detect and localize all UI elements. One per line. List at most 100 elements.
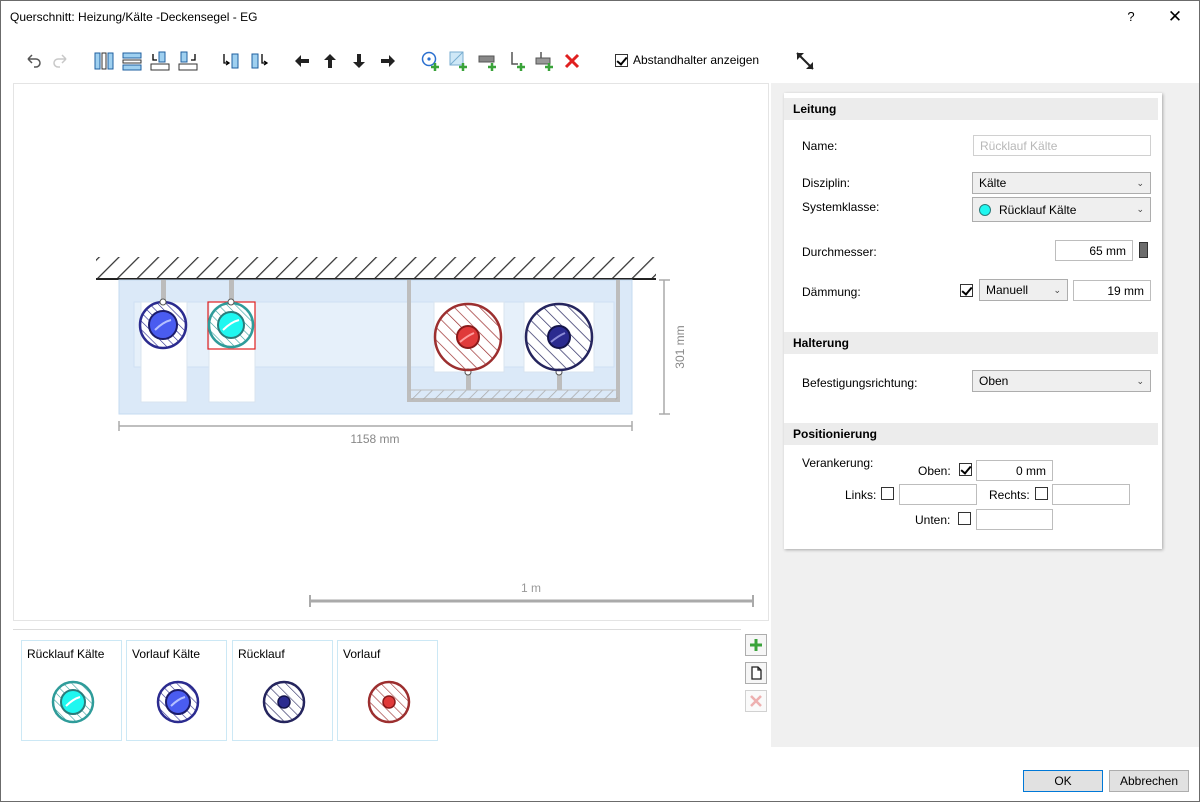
move-to-left-icon[interactable] (219, 49, 243, 73)
chevron-down-icon: ⌄ (1136, 376, 1144, 386)
palette-item[interactable]: Vorlauf (337, 640, 438, 741)
daemmung-mode-select[interactable]: Manuell ⌄ (979, 279, 1068, 301)
add-type-button[interactable] (745, 634, 767, 656)
arrow-right-icon[interactable] (376, 49, 400, 73)
copy-icon (751, 666, 762, 680)
width-dimension-label: 1158 mm (350, 432, 399, 446)
links-value-field[interactable] (899, 484, 977, 505)
daemmung-mode-value: Manuell (986, 283, 1029, 297)
oben-label: Oben: (918, 464, 951, 478)
calculator-icon[interactable] (1139, 242, 1148, 258)
vorlauf-kaelte-icon (156, 680, 200, 724)
toolbar: Abstandhalter anzeigen (1, 45, 1199, 79)
durchmesser-label: Durchmesser: (802, 245, 877, 259)
delete-type-button[interactable] (745, 690, 767, 712)
links-checkbox[interactable] (881, 487, 894, 500)
palette-item-label: Vorlauf Kälte (132, 647, 201, 661)
systemklasse-value: Rücklauf Kälte (999, 202, 1077, 217)
ceiling-slab (96, 257, 656, 280)
add-hanger-icon[interactable] (505, 49, 529, 73)
redo-icon[interactable] (49, 49, 73, 73)
arrow-left-icon[interactable] (290, 49, 314, 73)
vorlauf-icon (367, 680, 411, 724)
befestigung-value: Oben (979, 374, 1009, 388)
arrow-down-icon[interactable] (347, 49, 371, 73)
expand-icon[interactable] (793, 49, 817, 73)
disziplin-select[interactable]: Kälte ⌄ (972, 172, 1151, 194)
pipe-type-palette: Rücklauf Kälte Vorlauf Kälte Rücklauf Vo… (13, 629, 741, 747)
rechts-value-field[interactable] (1052, 484, 1130, 505)
copy-type-button[interactable] (745, 662, 767, 684)
add-area-icon[interactable] (447, 49, 471, 73)
name-field[interactable]: Rücklauf Kälte (973, 135, 1151, 156)
align-vertical-icon[interactable] (92, 49, 116, 73)
show-spacers-check-box[interactable] (615, 53, 628, 67)
palette-item[interactable]: Vorlauf Kälte (126, 640, 227, 741)
height-dimension: 301 mm (659, 279, 687, 415)
align-horizontal-icon[interactable] (120, 49, 144, 73)
name-label: Name: (802, 139, 838, 153)
daemmung-value-field[interactable]: 19 mm (1073, 280, 1151, 301)
section-header-leitung: Leitung (784, 98, 1158, 120)
daemmung-label: Dämmung: (802, 285, 861, 299)
move-to-right-icon[interactable] (247, 49, 271, 73)
height-dimension-label: 301 mm (673, 325, 687, 368)
properties-panel: Leitung Name: Rücklauf Kälte Disziplin: … (784, 93, 1162, 549)
arrow-up-icon[interactable] (318, 49, 342, 73)
section-header-positionierung: Positionierung (784, 423, 1158, 445)
oben-checkbox[interactable] (959, 463, 972, 476)
unten-value-field[interactable] (976, 509, 1053, 530)
pipe-vorlauf[interactable] (433, 302, 503, 372)
ruecklauf-icon (262, 680, 306, 724)
window-title: Querschnitt: Heizung/Kälte -Deckensegel … (10, 10, 258, 24)
palette-item[interactable]: Rücklauf (232, 640, 333, 741)
scale-bar-label: 1 m (521, 581, 541, 595)
delete-icon (750, 695, 762, 707)
ok-button[interactable]: OK (1023, 770, 1103, 792)
palette-item[interactable]: Rücklauf Kälte (21, 640, 122, 741)
dialog-window: Querschnitt: Heizung/Kälte -Deckensegel … (0, 0, 1200, 802)
plus-icon (750, 639, 762, 651)
system-color-dot (979, 203, 991, 216)
title-bar: Querschnitt: Heizung/Kälte -Deckensegel … (1, 1, 1199, 33)
distribute-right-icon[interactable] (176, 49, 200, 73)
help-button[interactable]: ? (1121, 7, 1141, 27)
show-spacers-label: Abstandhalter anzeigen (633, 53, 760, 67)
disziplin-value: Kälte (979, 176, 1007, 190)
undo-icon[interactable] (21, 49, 45, 73)
cancel-button[interactable]: Abbrechen (1109, 770, 1189, 792)
distribute-left-icon[interactable] (148, 49, 172, 73)
scale-bar: 1 m (309, 581, 754, 607)
width-dimension: 1158 mm (118, 421, 633, 446)
pipe-ruecklauf[interactable] (524, 302, 594, 372)
close-button[interactable]: ✕ (1161, 5, 1189, 29)
palette-item-label: Vorlauf (343, 647, 381, 661)
unten-checkbox[interactable] (958, 512, 971, 525)
section-header-halterung: Halterung (784, 332, 1158, 354)
chevron-down-icon: ⌄ (1136, 204, 1144, 214)
chevron-down-icon: ⌄ (1136, 178, 1144, 188)
palette-item-label: Rücklauf (238, 647, 285, 661)
section-canvas[interactable]: 301 mm 1158 mm 1 m (13, 83, 769, 621)
add-bracket-icon[interactable] (533, 49, 557, 73)
oben-value-field[interactable]: 0 mm (976, 460, 1053, 481)
befestigung-select[interactable]: Oben ⌄ (972, 370, 1151, 392)
daemmung-checkbox[interactable] (960, 284, 973, 297)
unten-label: Unten: (915, 513, 951, 527)
add-block-icon[interactable] (476, 49, 500, 73)
systemklasse-label: Systemklasse: (802, 200, 880, 214)
durchmesser-field[interactable]: 65 mm (1055, 240, 1133, 261)
chevron-down-icon: ⌄ (1053, 285, 1061, 295)
links-label: Links: (845, 488, 877, 502)
rechts-label: Rechts: (989, 488, 1030, 502)
add-pipe-icon[interactable] (419, 49, 443, 73)
disziplin-label: Disziplin: (802, 176, 851, 190)
systemklasse-select[interactable]: Rücklauf Kälte ⌄ (972, 197, 1151, 222)
befestigung-label: Befestigungsrichtung: (802, 376, 918, 390)
ruecklauf-kaelte-icon (51, 680, 95, 724)
rechts-checkbox[interactable] (1035, 487, 1048, 500)
palette-item-label: Rücklauf Kälte (27, 647, 105, 661)
show-spacers-checkbox[interactable]: Abstandhalter anzeigen (615, 53, 759, 67)
delete-icon[interactable] (560, 49, 584, 73)
verankerung-label: Verankerung: (802, 456, 874, 470)
